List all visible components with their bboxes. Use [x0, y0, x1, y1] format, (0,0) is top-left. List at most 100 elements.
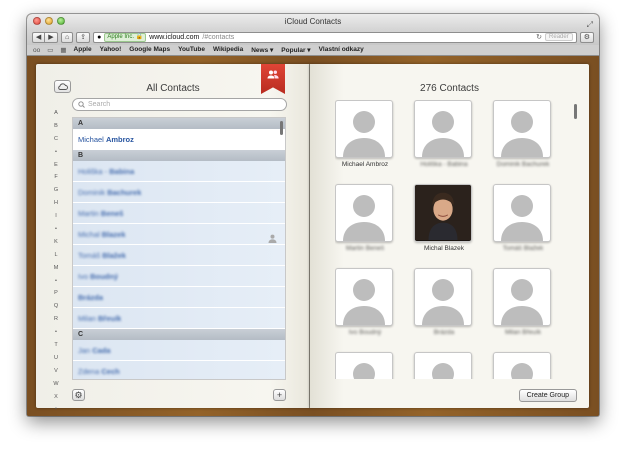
card-name: Brázda [433, 329, 455, 336]
default-avatar-icon [493, 352, 551, 379]
contact-row[interactable]: Jan Cada [73, 340, 285, 361]
contact-row[interactable]: Dominik Bachurek [73, 182, 285, 203]
bookmark-item[interactable]: Vlastní odkazy [319, 46, 364, 54]
search-field[interactable]: Search [72, 98, 287, 111]
index-letter[interactable]: G [50, 184, 62, 197]
bookmark-item[interactable]: Popular ▾ [281, 46, 310, 54]
default-avatar-icon [335, 184, 393, 242]
contact-list[interactable]: A Michael Ambroz B Holiška - Babina Dominik … [72, 117, 286, 380]
reading-list-icon[interactable]: oo [33, 47, 40, 54]
contact-row[interactable]: Martin Beneš [73, 203, 285, 224]
index-letter[interactable]: C [50, 133, 62, 146]
index-letter[interactable]: U [50, 352, 62, 365]
index-letter[interactable]: H [50, 197, 62, 210]
last-name: Ambroz [105, 135, 134, 144]
fullscreen-icon[interactable]: ⤢ [587, 17, 593, 32]
contact-card[interactable]: Dominik Bachurek [493, 100, 553, 168]
contact-row[interactable]: Michal Blazek [73, 224, 285, 245]
reader-button[interactable]: Reader [545, 33, 573, 41]
index-letter[interactable]: T [50, 339, 62, 352]
grid-scrollbar[interactable] [574, 104, 577, 119]
contact-card[interactable]: Michal Blazek [414, 184, 474, 252]
card-name: Martin Beneš [345, 245, 385, 252]
last-name: Bachurek [107, 188, 142, 197]
last-name: Boudný [90, 272, 119, 281]
top-sites-icon[interactable]: ▦ [60, 46, 66, 54]
address-bar[interactable]: ● Apple Inc. 🔒 www.icloud.com/#contacts … [93, 31, 577, 43]
contact-row[interactable]: Brázda [73, 287, 285, 308]
certificate-badge[interactable]: Apple Inc. 🔒 [104, 32, 147, 42]
reload-icon[interactable]: ↻ [536, 33, 542, 41]
index-letter[interactable]: P [50, 287, 62, 300]
bookmark-item[interactable]: Wikipedia [213, 46, 243, 54]
settings-button[interactable]: ⚙ [579, 31, 594, 43]
back-button[interactable]: ◀ [32, 31, 45, 43]
index-letter[interactable]: • [50, 275, 62, 288]
create-group-button[interactable]: Create Group [518, 389, 577, 402]
index-letter[interactable]: • [50, 146, 62, 159]
bookmark-item[interactable]: Yahoo! [100, 46, 122, 54]
settings-gear-button[interactable]: ⚙ [72, 389, 85, 401]
index-letter[interactable]: K [50, 236, 62, 249]
contact-name: Michal Blazek [78, 230, 126, 239]
add-contact-button[interactable]: + [273, 389, 286, 401]
share-button[interactable]: ⇪ [76, 31, 91, 43]
index-letter[interactable]: I [50, 210, 62, 223]
index-letter[interactable]: A [50, 107, 62, 120]
index-letter[interactable]: R [50, 313, 62, 326]
default-avatar-icon [414, 100, 472, 158]
list-scrollbar[interactable] [280, 121, 283, 135]
home-button[interactable]: ⌂ [61, 31, 74, 43]
index-letter[interactable]: F [50, 171, 62, 184]
default-avatar-icon [335, 100, 393, 158]
bookmark-item[interactable]: YouTube [178, 46, 205, 54]
section-header: C [73, 329, 285, 340]
contact-row[interactable]: Holiška - Babina [73, 161, 285, 182]
close-button[interactable] [33, 17, 41, 25]
bookmark-item[interactable]: News ▾ [251, 46, 273, 54]
contact-row[interactable]: Ivo Boudný [73, 266, 285, 287]
forward-button[interactable]: ▶ [45, 31, 58, 43]
index-letter[interactable]: M [50, 262, 62, 275]
contact-card[interactable]: Michael Ambroz [335, 100, 395, 168]
first-name: Martin [78, 209, 101, 218]
default-avatar-icon [335, 352, 393, 379]
window-title: iCloud Contacts [284, 17, 342, 26]
contact-card[interactable]: Milan Břeuík [493, 268, 553, 336]
contact-card[interactable] [493, 352, 553, 379]
index-letter[interactable]: E [50, 159, 62, 172]
bookmarks-icon[interactable]: ▭ [47, 46, 53, 54]
index-letter[interactable]: X [50, 391, 62, 404]
contact-row[interactable]: Michael Ambroz [73, 129, 285, 150]
contact-card[interactable]: Holiška - Babina [414, 100, 474, 168]
index-letter[interactable]: W [50, 378, 62, 391]
zoom-button[interactable] [57, 17, 65, 25]
contact-card[interactable]: Brázda [414, 268, 474, 336]
card-name: Dominik Bachurek [496, 161, 550, 168]
contact-card[interactable] [335, 352, 395, 379]
bookmark-item[interactable]: Apple [74, 46, 92, 54]
browser-toolbar: ◀ ▶ ⌂ ⇪ ● Apple Inc. 🔒 www.icloud.com/#c… [27, 29, 599, 45]
alphabet-index[interactable]: ABC•EFGHI•KLM•PQR•TUVWX•Z# [50, 107, 62, 416]
contact-card[interactable]: Ivo Boudný [335, 268, 395, 336]
index-letter[interactable]: B [50, 120, 62, 133]
contact-card[interactable]: Tomáš Blažek [493, 184, 553, 252]
contact-card[interactable]: Martin Beneš [335, 184, 395, 252]
card-name: Ivo Boudný [348, 329, 382, 336]
contact-row[interactable]: Zdena Cech [73, 361, 285, 379]
title-bar: iCloud Contacts ⤢ [27, 14, 599, 29]
index-letter[interactable]: Q [50, 300, 62, 313]
index-letter[interactable]: • [50, 223, 62, 236]
index-letter[interactable]: V [50, 365, 62, 378]
bookmark-item[interactable]: Google Maps [129, 46, 170, 54]
minimize-button[interactable] [45, 17, 53, 25]
index-letter[interactable]: • [50, 326, 62, 339]
index-letter[interactable]: L [50, 249, 62, 262]
index-letter[interactable]: • [50, 403, 62, 416]
contact-row[interactable]: Tomáš Blažek [73, 245, 285, 266]
last-name: Cech [101, 367, 120, 376]
contact-name: Milan Břeuík [78, 314, 121, 323]
contact-row[interactable]: Milan Břeuík [73, 308, 285, 329]
contact-name: Dominik Bachurek [78, 188, 141, 197]
contact-card[interactable] [414, 352, 474, 379]
